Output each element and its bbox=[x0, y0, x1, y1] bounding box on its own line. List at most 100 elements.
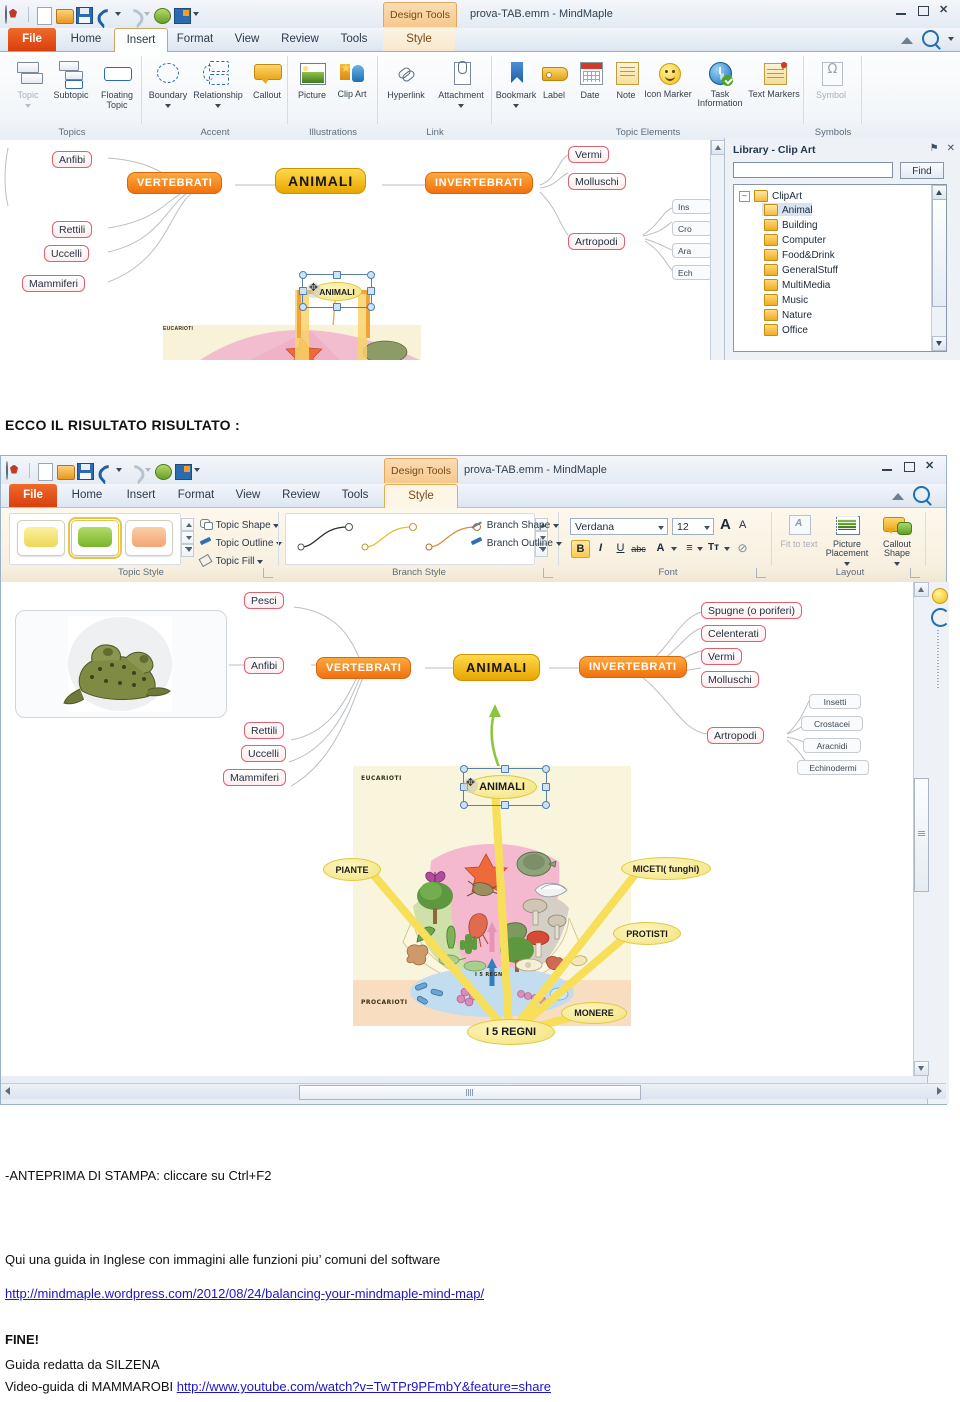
hyperlink-button[interactable]: Hyperlink bbox=[380, 58, 432, 100]
date-button[interactable]: Date bbox=[572, 58, 608, 100]
tab-review[interactable]: Review bbox=[273, 484, 329, 507]
map-two-node-crostacei[interactable]: Crostacei bbox=[801, 716, 863, 731]
tree-item-generalstuff[interactable]: GeneralStuff bbox=[764, 264, 838, 276]
bookmark-dropdown-icon[interactable] bbox=[513, 104, 519, 108]
symbol-button[interactable]: Symbol bbox=[808, 58, 854, 100]
topic-style-spinner[interactable] bbox=[181, 518, 194, 557]
boundary-button[interactable]: Boundary bbox=[144, 58, 192, 110]
tab-style[interactable]: Style bbox=[383, 28, 455, 51]
map-one-node-animali[interactable]: ANIMALI bbox=[275, 168, 367, 194]
hscroll-thumb[interactable] bbox=[299, 1085, 641, 1100]
map-two-node-molluschi[interactable]: Molluschi bbox=[701, 671, 759, 688]
task-information-button[interactable]: Task Information bbox=[692, 58, 748, 108]
scroll-up-button[interactable] bbox=[914, 582, 929, 597]
kingdom-callout-monere[interactable]: MONERE bbox=[561, 1002, 627, 1024]
map-one-node-echinodermi[interactable]: Ech bbox=[672, 265, 710, 280]
callout-button[interactable]: Callout bbox=[246, 58, 288, 100]
resize-handle-nw[interactable] bbox=[460, 765, 468, 773]
align-dropdown-icon[interactable] bbox=[697, 547, 703, 551]
mindmap-canvas-two[interactable]: Pesci Anfibi Rettili Uccelli Mammiferi V… bbox=[1, 582, 913, 1076]
picture-placement-dropdown-icon[interactable] bbox=[844, 562, 850, 566]
bold-button[interactable]: B bbox=[571, 540, 590, 558]
tab-format[interactable]: Format bbox=[168, 28, 222, 51]
resize-handle-n[interactable] bbox=[333, 271, 341, 279]
map-two-node-pesci[interactable]: Pesci bbox=[244, 592, 284, 609]
topic-button[interactable]: Topic bbox=[6, 58, 50, 110]
clear-formatting-button[interactable]: ⊘ bbox=[734, 540, 751, 556]
map-two-node-rettili[interactable]: Rettili bbox=[244, 722, 285, 739]
tab-file[interactable]: File bbox=[9, 484, 57, 507]
tab-home[interactable]: Home bbox=[61, 484, 113, 507]
map-one-node-vermi[interactable]: Vermi bbox=[568, 146, 609, 163]
font-color-button[interactable]: A bbox=[652, 540, 669, 556]
tab-file[interactable]: File bbox=[8, 28, 56, 51]
scroll-right-button[interactable] bbox=[937, 1087, 942, 1095]
bookmark-button[interactable]: Bookmark bbox=[494, 58, 538, 110]
save-icon[interactable] bbox=[76, 462, 94, 480]
branch-outline-dropdown-icon[interactable] bbox=[555, 542, 562, 546]
scroll-down-button[interactable] bbox=[914, 1061, 929, 1076]
gallery-scroll-down[interactable] bbox=[181, 531, 194, 544]
picture-button[interactable]: Picture bbox=[290, 58, 334, 100]
map-two-node-celenterati[interactable]: Celenterati bbox=[701, 625, 766, 642]
resize-handle-e[interactable] bbox=[367, 287, 375, 295]
map-one-node-uccelli[interactable]: Uccelli bbox=[44, 245, 89, 262]
chevron-down-icon[interactable] bbox=[658, 526, 664, 530]
tree-vscrollbar[interactable] bbox=[931, 185, 946, 351]
expander-icon[interactable]: – bbox=[739, 190, 750, 202]
maximize-button[interactable] bbox=[917, 5, 930, 16]
collapse-ribbon-icon[interactable] bbox=[901, 33, 913, 45]
font-family-select[interactable]: Verdana bbox=[570, 518, 668, 535]
underline-button[interactable]: U bbox=[612, 540, 629, 556]
floating-topic-button[interactable]: Floating Topic bbox=[93, 58, 141, 110]
library-tab-icon[interactable] bbox=[931, 608, 950, 627]
resize-handle-sw[interactable] bbox=[460, 801, 468, 809]
customize-qat-icon[interactable] bbox=[193, 12, 199, 16]
tree-item-computer[interactable]: Computer bbox=[764, 234, 826, 246]
maximize-button[interactable] bbox=[903, 461, 916, 472]
gallery-scroll-up[interactable] bbox=[181, 518, 194, 531]
attachment-dropdown-icon[interactable] bbox=[458, 104, 464, 108]
map-one-node-aracnidi[interactable]: Ara bbox=[672, 243, 710, 258]
text-direction-dropdown-icon[interactable] bbox=[724, 547, 730, 551]
align-button[interactable]: ≡ bbox=[681, 540, 698, 556]
panel-grip[interactable] bbox=[937, 630, 939, 690]
tree-scroll-up-button[interactable] bbox=[932, 185, 946, 200]
canvas-one-vscrollbar[interactable] bbox=[710, 140, 726, 360]
topic-outline-menu[interactable]: Topic Outline bbox=[199, 536, 283, 549]
tree-scroll-thumb[interactable] bbox=[932, 199, 946, 307]
map-two-node-animali[interactable]: ANIMALI bbox=[453, 654, 541, 681]
pin-icon[interactable]: ⚑ bbox=[930, 143, 939, 154]
search-icon[interactable] bbox=[922, 30, 939, 47]
resize-handle-s[interactable] bbox=[333, 303, 341, 311]
mindmap-canvas-one[interactable]: Anfibi Rettili Uccelli Mammiferi VERTEBR… bbox=[0, 140, 711, 360]
gallery-more[interactable] bbox=[181, 544, 194, 557]
clip-art-search-input[interactable] bbox=[733, 162, 893, 178]
map-one-node-invertebrati[interactable]: INVERTEBRATI bbox=[425, 172, 533, 194]
scroll-thumb[interactable] bbox=[914, 778, 929, 892]
branch-shape-menu[interactable]: Branch Shape bbox=[470, 518, 559, 531]
find-button[interactable]: Find bbox=[900, 162, 944, 179]
text-direction-button[interactable]: Tт bbox=[705, 540, 722, 556]
resize-handle-ne[interactable] bbox=[367, 271, 375, 279]
icon-marker-tab-icon[interactable] bbox=[932, 588, 948, 604]
label-button[interactable]: Label bbox=[536, 58, 572, 100]
map-one-node-anfibi[interactable]: Anfibi bbox=[52, 151, 93, 168]
attachment-button[interactable]: Attachment bbox=[432, 58, 490, 110]
topic-fill-dropdown-icon[interactable] bbox=[257, 560, 264, 564]
minimize-button[interactable] bbox=[895, 5, 908, 16]
open-icon[interactable] bbox=[56, 462, 75, 480]
resize-handle-n[interactable] bbox=[501, 765, 509, 773]
customize-qat-icon[interactable] bbox=[194, 468, 200, 472]
topic-style-dialog-launcher[interactable] bbox=[263, 568, 273, 578]
map-two-node-echinodermi[interactable]: Echinodermi bbox=[797, 760, 869, 775]
map-two-node-anfibi[interactable]: Anfibi bbox=[244, 657, 285, 674]
picture-placement-button[interactable]: Picture Placement bbox=[820, 512, 874, 568]
branch-shape-dropdown-icon[interactable] bbox=[552, 524, 559, 528]
tab-style[interactable]: Style bbox=[384, 484, 458, 509]
close-button[interactable]: ✕ bbox=[939, 5, 952, 16]
tree-item-music[interactable]: Music bbox=[764, 294, 808, 306]
map-two-node-spugne[interactable]: Spugne (o poriferi) bbox=[701, 602, 802, 619]
contextual-tab-design-tools[interactable]: Design Tools bbox=[384, 458, 458, 483]
new-map-icon[interactable] bbox=[153, 6, 171, 24]
